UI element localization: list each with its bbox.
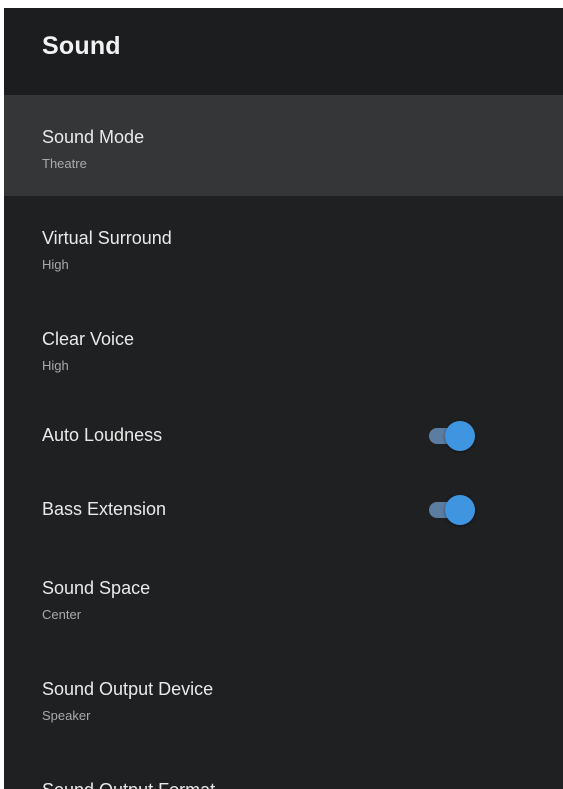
setting-virtual-surround[interactable]: Virtual Surround High (4, 196, 563, 297)
setting-label: Sound Output Format (42, 779, 563, 789)
setting-sound-output-device[interactable]: Sound Output Device Speaker (4, 647, 563, 748)
sound-settings-panel: Sound Sound Mode Theatre Virtual Surroun… (4, 8, 563, 789)
setting-label: Virtual Surround (42, 228, 172, 248)
setting-sound-output-format[interactable]: Sound Output Format (4, 748, 563, 789)
setting-value: Speaker (42, 708, 91, 723)
toggle-knob (445, 495, 475, 525)
setting-value: High (42, 358, 69, 373)
setting-clear-voice[interactable]: Clear Voice High (4, 297, 563, 398)
setting-value: Center (42, 607, 82, 622)
setting-label: Sound Mode (42, 127, 145, 147)
auto-loudness-toggle[interactable] (429, 421, 475, 451)
page-title: Sound (42, 32, 121, 60)
setting-label: Sound Output Device (42, 679, 214, 699)
setting-label: Sound Space (42, 578, 151, 598)
setting-bass-extension[interactable]: Bass Extension (4, 472, 563, 546)
bass-extension-toggle[interactable] (429, 495, 475, 525)
setting-value: Theatre (42, 156, 87, 171)
toggle-knob (445, 421, 475, 451)
setting-label: Clear Voice (42, 329, 135, 349)
setting-sound-space[interactable]: Sound Space Center (4, 546, 563, 647)
setting-label: Bass Extension (42, 499, 167, 519)
setting-sound-mode[interactable]: Sound Mode Theatre (4, 95, 563, 196)
setting-auto-loudness[interactable]: Auto Loudness (4, 398, 563, 472)
settings-list: Sound Mode Theatre Virtual Surround High… (4, 95, 563, 789)
setting-label: Auto Loudness (42, 425, 163, 445)
setting-value: High (42, 257, 69, 272)
settings-header: Sound (4, 8, 563, 95)
